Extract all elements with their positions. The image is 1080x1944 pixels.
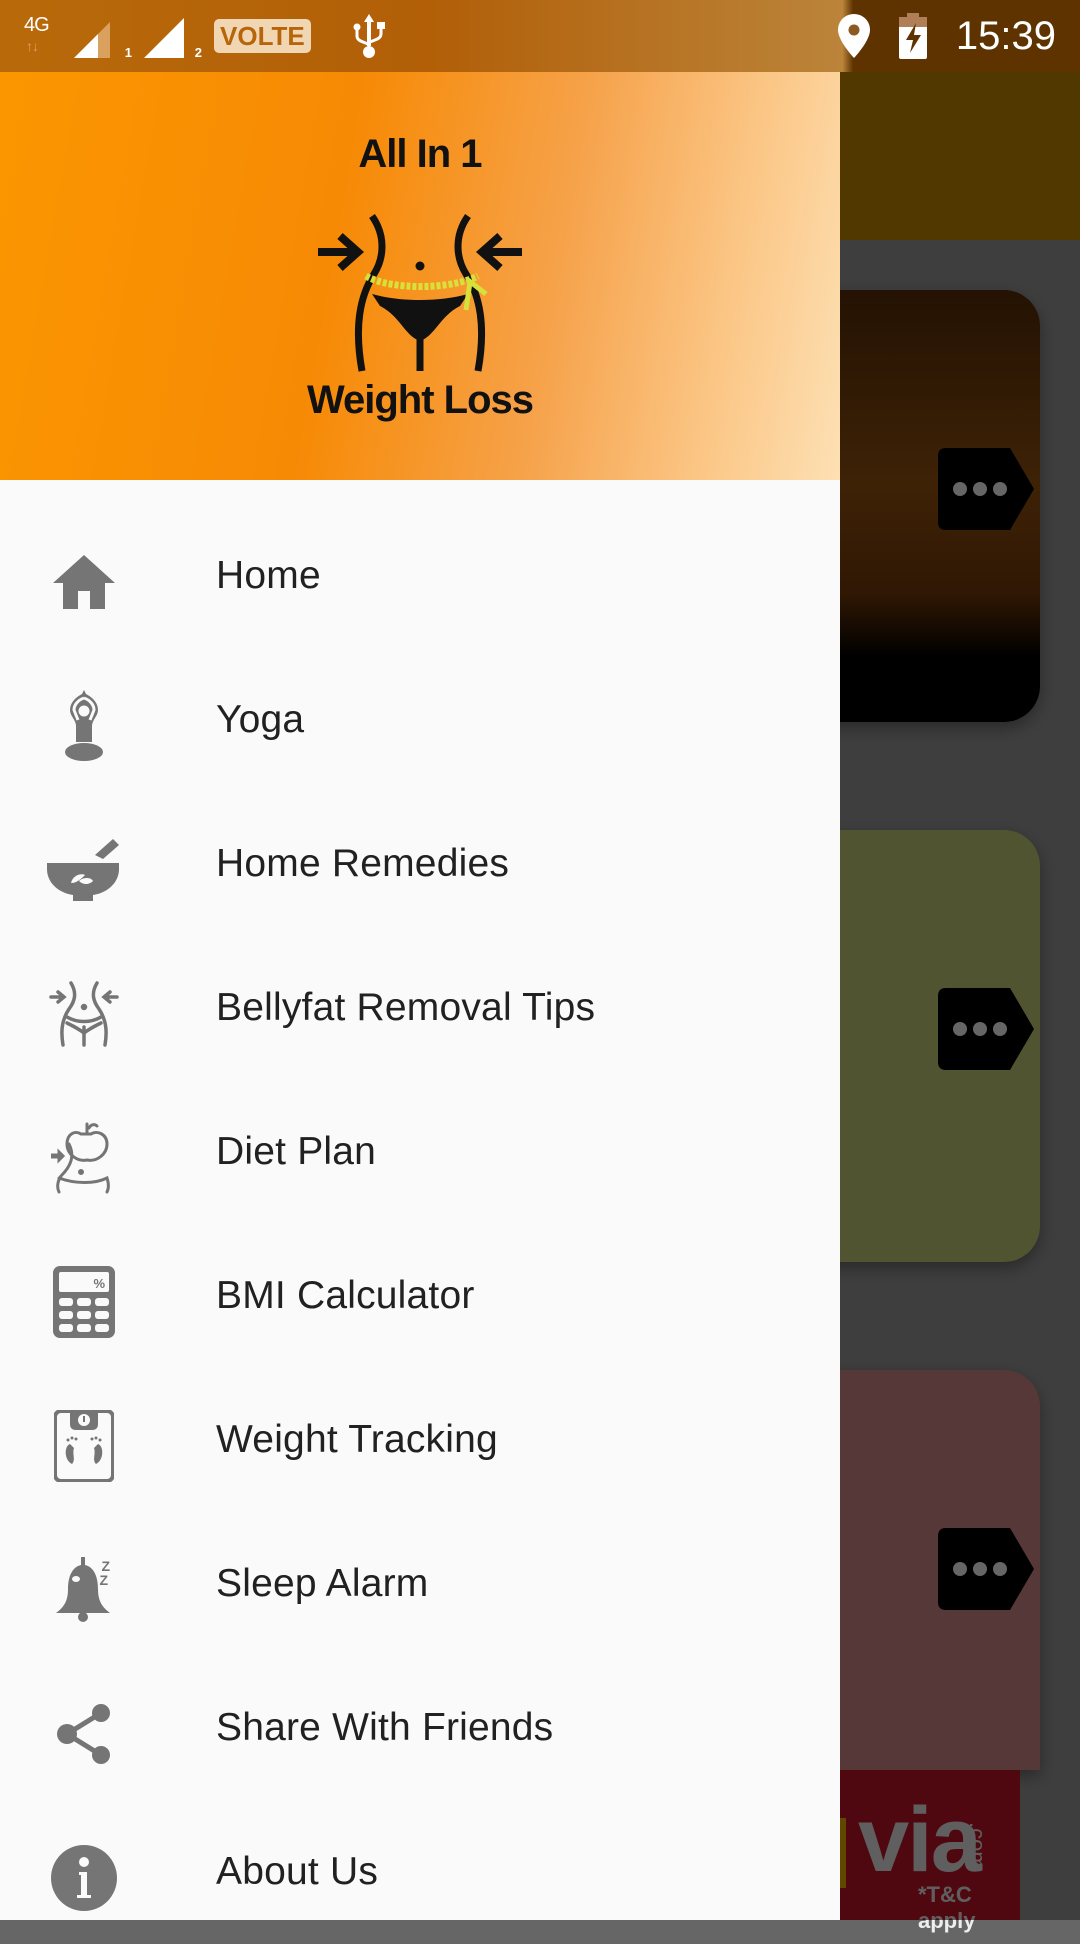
- menu-item-yoga[interactable]: Yoga: [0, 648, 840, 792]
- menu-item-diet-plan[interactable]: Diet Plan: [0, 1080, 840, 1224]
- location-icon: [837, 14, 870, 58]
- signal-sim1-icon: 1: [74, 14, 132, 60]
- menu-item-sleep-alarm[interactable]: ZZ Sleep Alarm: [0, 1512, 840, 1656]
- yoga-icon: [42, 690, 126, 762]
- svg-text:Z: Z: [99, 1572, 108, 1588]
- logo-title-line2: Weight Loss: [306, 378, 534, 422]
- drawer-header: All In 1 Weight Loss: [0, 72, 840, 480]
- network-type-indicator: 4G ↑↓: [24, 14, 50, 54]
- clock: 15:39: [955, 13, 1056, 58]
- calculator-icon: %: [42, 1266, 126, 1338]
- menu-item-about-us[interactable]: About Us: [0, 1800, 840, 1944]
- menu-item-weight-tracking[interactable]: Weight Tracking: [0, 1368, 840, 1512]
- menu-item-label: Diet Plan: [216, 1130, 377, 1173]
- app-logo: All In 1 Weight Loss: [290, 132, 550, 432]
- info-icon: [42, 1842, 126, 1914]
- logo-title-line1: All In 1: [358, 132, 482, 176]
- menu-item-bellyfat-removal-tips[interactable]: Bellyfat Removal Tips: [0, 936, 840, 1080]
- menu-item-label: Home: [216, 554, 321, 597]
- menu-item-label: Share With Friends: [216, 1706, 554, 1749]
- data-activity-icon: ↑↓: [26, 38, 39, 54]
- menu-item-label: BMI Calculator: [216, 1274, 475, 1317]
- mortar-pestle-icon: [42, 834, 126, 906]
- usb-icon: [353, 14, 385, 58]
- volte-badge: VOLTE: [214, 19, 311, 53]
- sleep-bell-icon: ZZ: [42, 1554, 126, 1626]
- weighing-scale-icon: [42, 1410, 126, 1482]
- menu-item-label: Weight Tracking: [216, 1418, 498, 1461]
- menu-item-label: Home Remedies: [216, 842, 510, 885]
- drawer-menu: Home Yoga Home Remedies Bellyfat Removal…: [0, 504, 840, 1944]
- menu-item-label: Bellyfat Removal Tips: [216, 986, 596, 1029]
- navigation-drawer: All In 1 Weight Loss Home Yoga Home Reme…: [0, 72, 840, 1920]
- menu-item-label: About Us: [216, 1850, 379, 1893]
- menu-item-home[interactable]: Home: [0, 504, 840, 648]
- signal-sim2-icon: 2: [144, 14, 202, 60]
- menu-item-bmi-calculator[interactable]: % BMI Calculator: [0, 1224, 840, 1368]
- svg-text:%: %: [93, 1276, 105, 1291]
- status-bar: 4G ↑↓ 1 2 VOLTE 15:39: [0, 0, 1080, 72]
- home-icon: [42, 546, 126, 618]
- waist-icon: [42, 978, 126, 1050]
- menu-item-label: Sleep Alarm: [216, 1562, 429, 1605]
- battery-charging-icon: [898, 13, 927, 59]
- menu-item-home-remedies[interactable]: Home Remedies: [0, 792, 840, 936]
- menu-item-share-with-friends[interactable]: Share With Friends: [0, 1656, 840, 1800]
- diet-apple-icon: [42, 1122, 126, 1194]
- waist-figure-icon: [318, 213, 522, 372]
- menu-item-label: Yoga: [216, 698, 305, 741]
- share-icon: [42, 1698, 126, 1770]
